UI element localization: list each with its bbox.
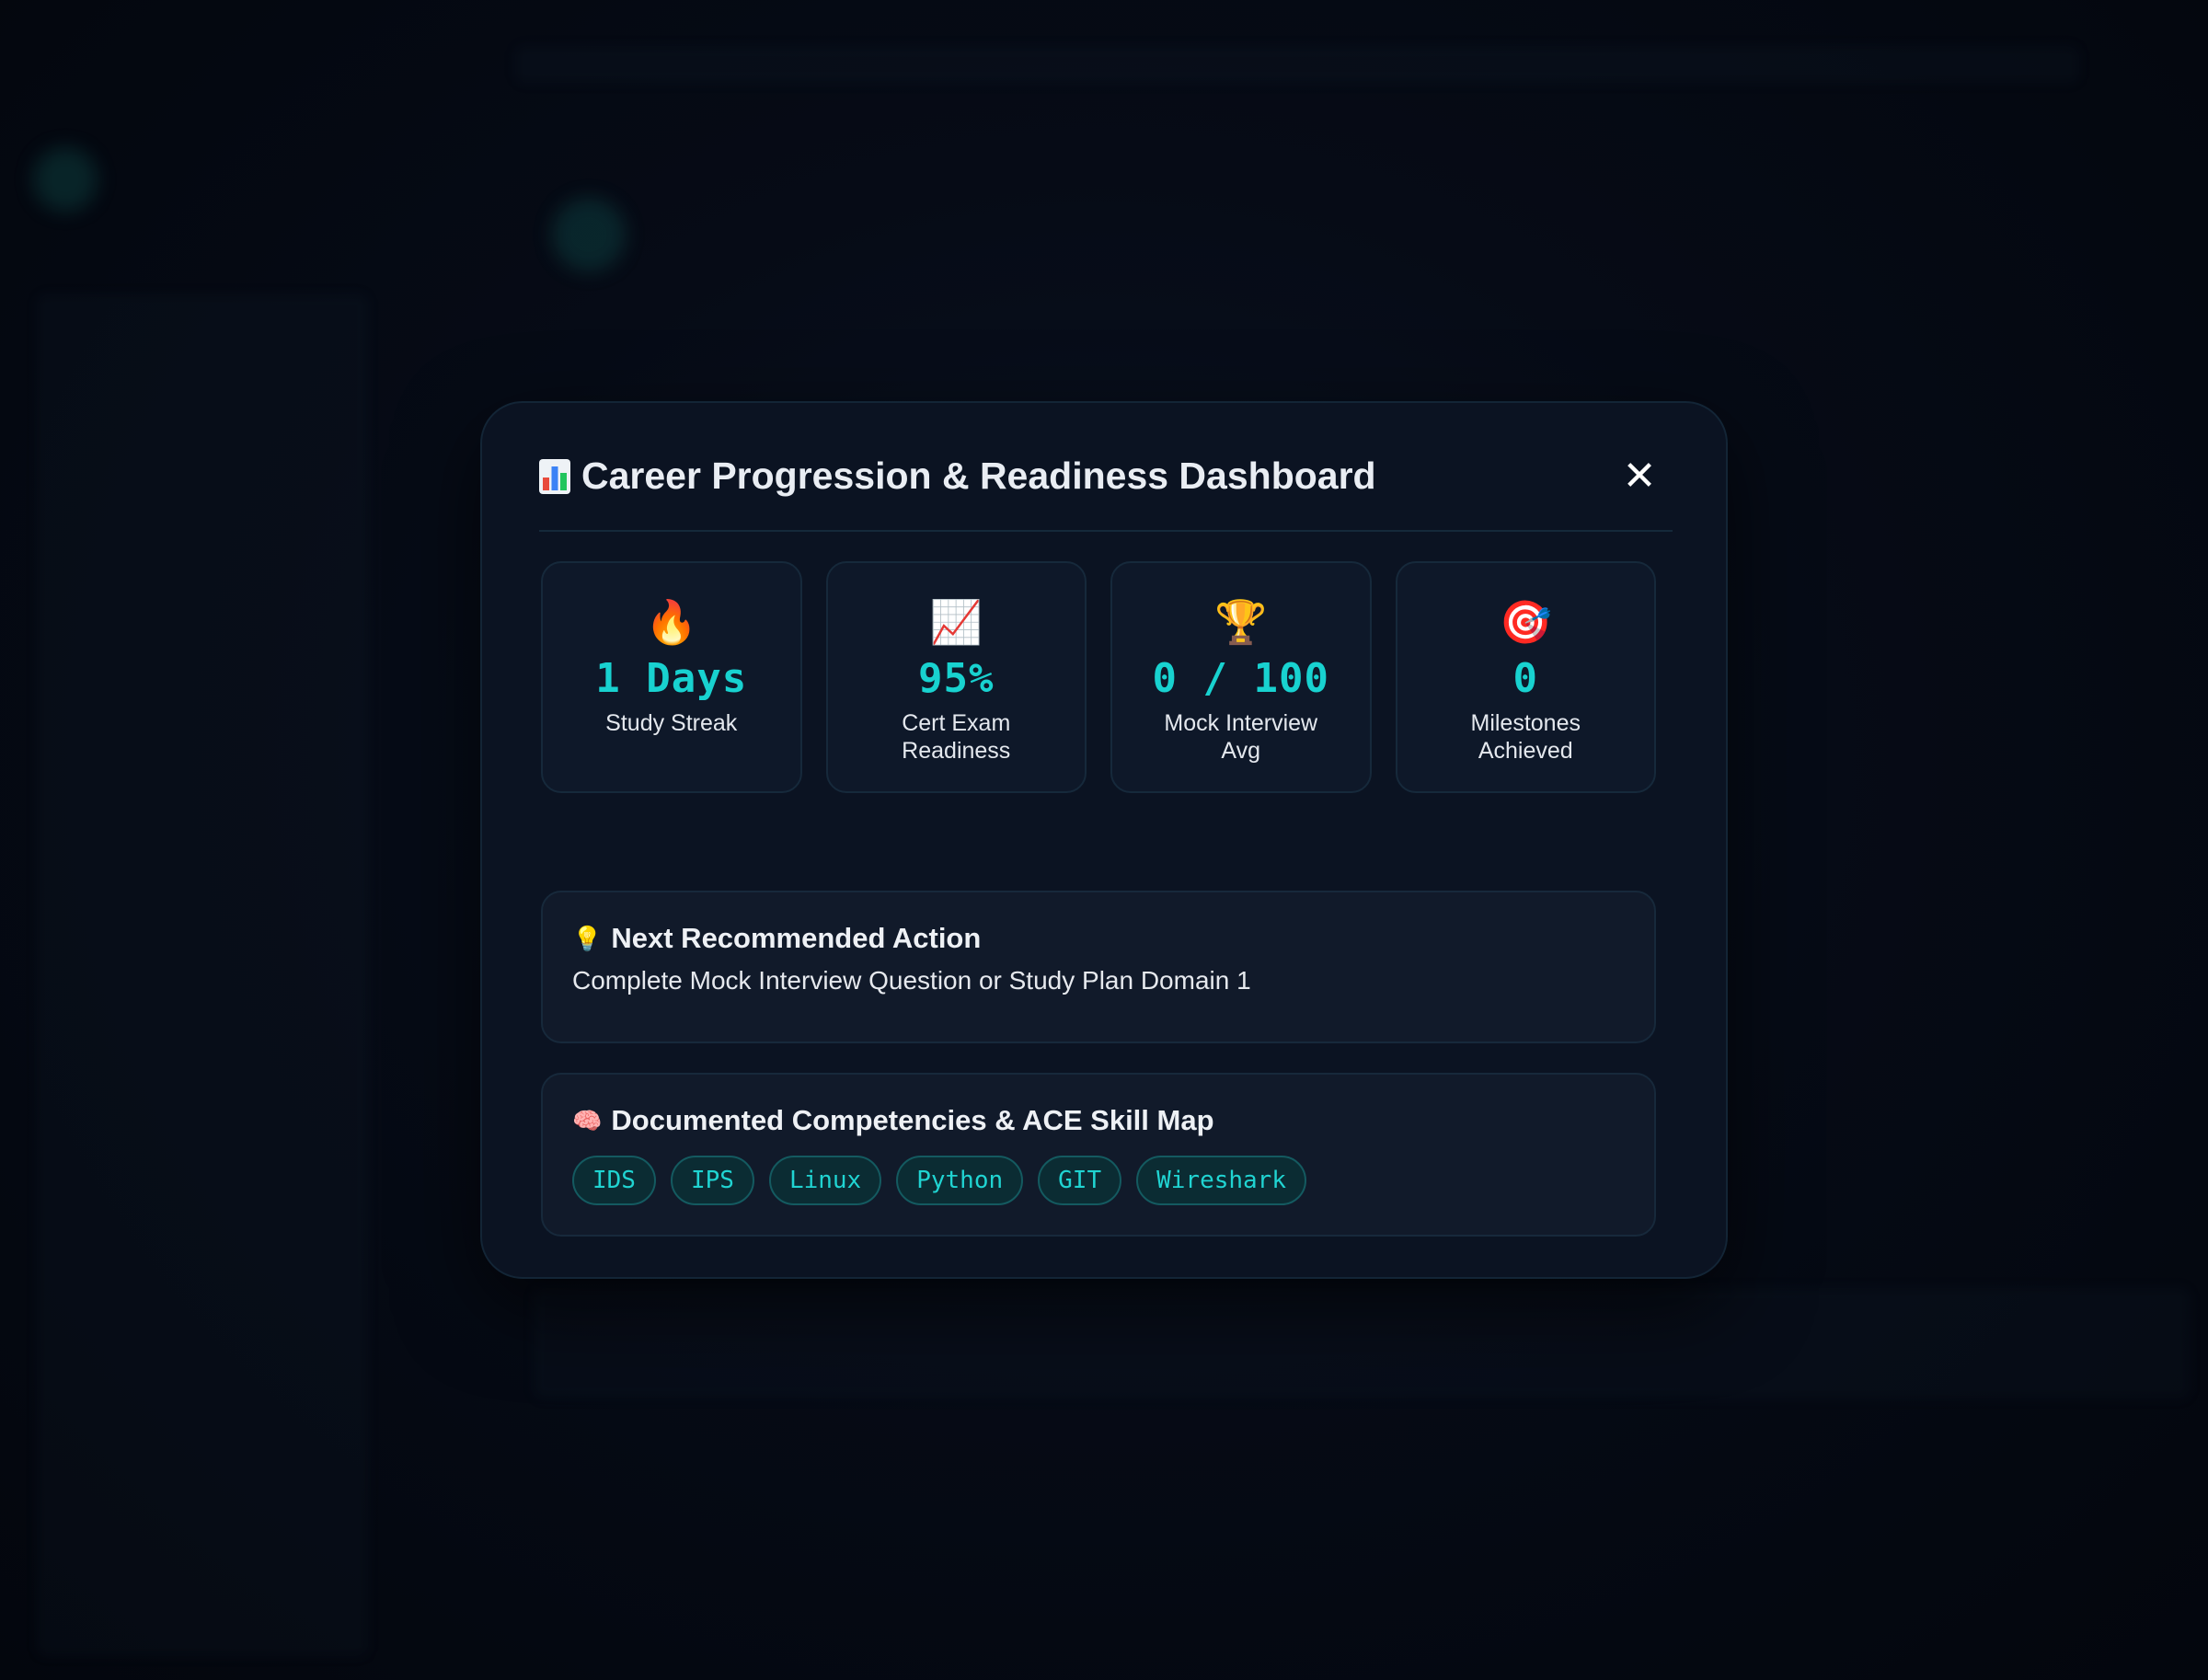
next-action-text: Complete Mock Interview Question or Stud…	[572, 966, 1251, 995]
stat-value: 1 Days	[595, 655, 748, 702]
next-action-heading: 💡 Next Recommended Action	[572, 922, 981, 955]
trend-up-icon: 📈	[929, 598, 983, 646]
trophy-icon: 🏆	[1214, 598, 1268, 646]
stat-value: 0	[1512, 655, 1538, 702]
skill-tag-ids[interactable]: IDS	[572, 1156, 656, 1205]
close-button[interactable]: ✕	[1619, 456, 1660, 497]
stat-card-mock-interview: 🏆 0 / 100 Mock Interview Avg	[1110, 561, 1372, 793]
skill-map-panel: 🧠 Documented Competencies & ACE Skill Ma…	[541, 1073, 1656, 1237]
skill-tag-linux[interactable]: Linux	[768, 1156, 882, 1205]
bar-chart-icon	[539, 458, 570, 494]
background-logo	[33, 147, 98, 212]
brain-icon: 🧠	[572, 1106, 603, 1134]
next-action-heading-text: Next Recommended Action	[611, 922, 982, 954]
career-dashboard-modal: Career Progression & Readiness Dashboard…	[480, 401, 1728, 1279]
stat-label: Mock Interview Avg	[1164, 710, 1318, 764]
next-action-panel: 💡 Next Recommended Action Complete Mock …	[541, 891, 1656, 1043]
skill-tag-wireshark[interactable]: Wireshark	[1136, 1156, 1306, 1205]
skill-tag-python[interactable]: Python	[896, 1156, 1024, 1205]
stat-value: 95%	[918, 655, 995, 702]
stats-row: 🔥 1 Days Study Streak 📈 95% Cert Exam Re…	[541, 561, 1656, 793]
stat-card-cert-readiness: 📈 95% Cert Exam Readiness	[825, 561, 1087, 793]
skill-tags: IDS IPS Linux Python GIT Wireshark	[572, 1156, 1306, 1205]
stat-label: Cert Exam Readiness	[902, 710, 1011, 764]
target-icon: 🎯	[1499, 598, 1552, 646]
fire-icon: 🔥	[645, 598, 698, 646]
modal-title-text: Career Progression & Readiness Dashboard	[581, 455, 1376, 497]
skill-map-heading-text: Documented Competencies & ACE Skill Map	[611, 1104, 1214, 1136]
background-topbar	[515, 46, 2079, 83]
skill-tag-ips[interactable]: IPS	[670, 1156, 754, 1205]
modal-title: Career Progression & Readiness Dashboard	[539, 455, 1376, 498]
stat-card-study-streak: 🔥 1 Days Study Streak	[541, 561, 802, 793]
stat-label: Study Streak	[605, 710, 738, 736]
stat-label: Milestones Achieved	[1470, 710, 1581, 764]
background-avatar	[552, 198, 626, 271]
stat-value: 0 / 100	[1152, 655, 1329, 702]
skill-map-heading: 🧠 Documented Competencies & ACE Skill Ma…	[572, 1104, 1214, 1137]
modal-header: Career Progression & Readiness Dashboard…	[539, 451, 1673, 532]
lightbulb-icon: 💡	[572, 924, 603, 952]
background-sidebar	[37, 294, 368, 1656]
stat-card-milestones: 🎯 0 Milestones Achieved	[1395, 561, 1656, 793]
background-panel	[534, 1288, 2190, 1398]
skill-tag-git[interactable]: GIT	[1038, 1156, 1122, 1205]
